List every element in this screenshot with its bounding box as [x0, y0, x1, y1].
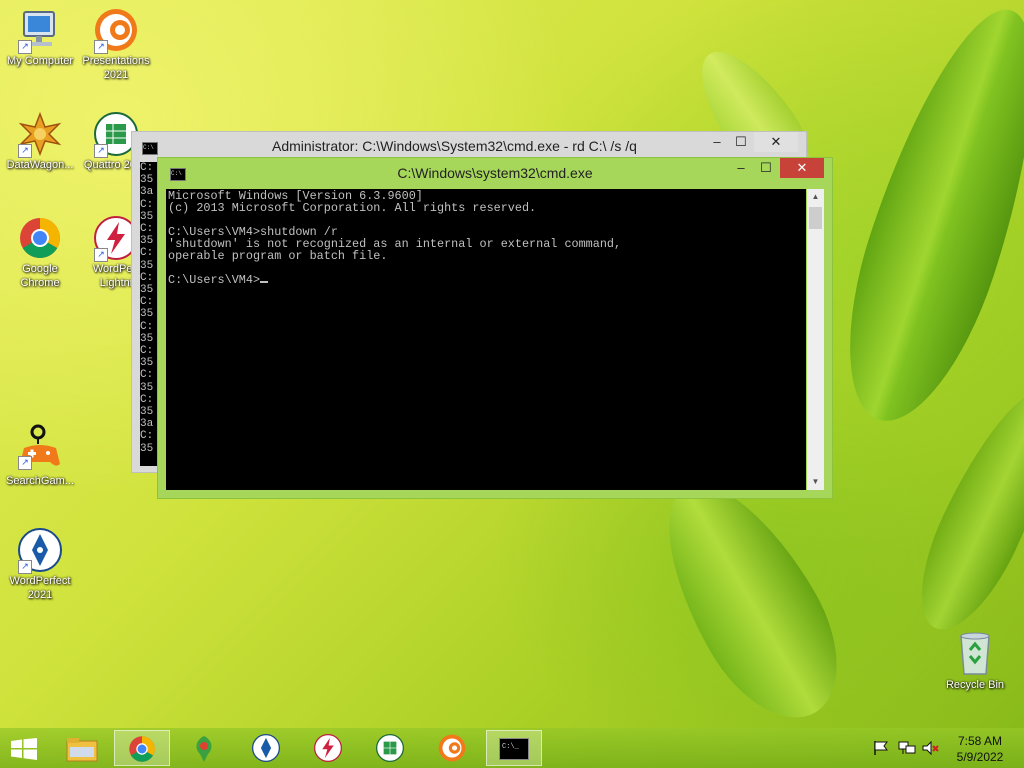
- window-titlebar[interactable]: C:\ Administrator: C:\Windows\System32\c…: [132, 132, 806, 158]
- flag-icon[interactable]: [872, 740, 890, 756]
- svg-text:C:\_: C:\_: [502, 743, 520, 751]
- lightning-icon: [314, 734, 342, 762]
- desktop-icon-label: Presentations 2021: [82, 55, 150, 81]
- text-cursor: [260, 281, 269, 283]
- desktop-icon-label: DataWagon...: [6, 159, 74, 171]
- wallpaper-leaf: [898, 375, 1024, 645]
- desktop-icon-presentations[interactable]: ↗ Presentations 2021: [76, 8, 156, 82]
- scroll-down-icon[interactable]: ▼: [807, 474, 824, 490]
- wallpaper-leaf: [633, 457, 867, 743]
- desktop-icon-label: WordPerfect 2021: [9, 575, 71, 601]
- minimize-button[interactable]: –: [704, 132, 730, 152]
- datawagon-icon: ↗: [18, 111, 62, 158]
- volume-muted-icon[interactable]: [922, 740, 940, 756]
- computer-icon: ↗: [18, 8, 62, 54]
- shortcut-arrow-icon: ↗: [18, 456, 32, 470]
- recycle-bin-icon: [953, 630, 997, 675]
- shortcut-arrow-icon: ↗: [94, 144, 108, 158]
- window-title: Administrator: C:\Windows\System32\cmd.e…: [272, 138, 637, 154]
- desktop-icon-searchgames[interactable]: ↗ SearchGam...: [0, 424, 80, 488]
- cmd-window[interactable]: C:\ C:\Windows\system32\cmd.exe – ☐ ✕ Mi…: [157, 157, 833, 499]
- desktop-icon-google-chrome[interactable]: Google Chrome: [0, 216, 80, 290]
- wallpaper-leaf: [816, 0, 1024, 440]
- start-button[interactable]: [0, 730, 48, 766]
- taskbar-quattro[interactable]: [362, 730, 418, 766]
- vertical-scrollbar[interactable]: ▲ ▼: [807, 189, 824, 490]
- maximize-button[interactable]: ☐: [754, 158, 778, 178]
- desktop-icon-my-computer[interactable]: ↗ My Computer: [0, 8, 80, 68]
- minimize-button[interactable]: –: [728, 158, 754, 178]
- taskbar-datawagon[interactable]: [176, 730, 232, 766]
- presentations-icon: [438, 734, 466, 762]
- clock-time: 7:58 AM: [957, 734, 1003, 748]
- window-titlebar[interactable]: C:\ C:\Windows\system32\cmd.exe – ☐ ✕: [158, 158, 832, 188]
- close-button[interactable]: ✕: [780, 158, 824, 178]
- scrollbar-thumb[interactable]: [809, 207, 822, 229]
- taskbar-chrome[interactable]: [114, 730, 170, 766]
- desktop-icon-label: Google Chrome: [20, 263, 60, 289]
- desktop-icon-recycle-bin[interactable]: Recycle Bin: [935, 630, 1015, 692]
- taskbar-wordperfect[interactable]: [238, 730, 294, 766]
- console-output[interactable]: Microsoft Windows [Version 6.3.9600] (c)…: [166, 189, 806, 490]
- console-text: Microsoft Windows [Version 6.3.9600] (c)…: [168, 189, 622, 287]
- cmd-icon: C:\_: [499, 738, 529, 760]
- start-icon: [11, 738, 37, 760]
- shortcut-arrow-icon: ↗: [18, 144, 32, 158]
- chrome-icon: [18, 216, 62, 260]
- shortcut-arrow-icon: ↗: [18, 40, 32, 54]
- taskbar-presentations[interactable]: [424, 730, 480, 766]
- cmd-icon: C:\: [142, 142, 158, 155]
- clock-date: 5/9/2022: [956, 750, 1004, 764]
- desktop-icon-datawagon[interactable]: ↗ DataWagon...: [0, 111, 80, 172]
- desktop-icon-label: SearchGam...: [6, 475, 74, 487]
- desktop-icon-label: Recycle Bin: [945, 679, 1005, 691]
- quattro-icon: [376, 734, 404, 762]
- maximize-button[interactable]: ☐: [730, 132, 752, 152]
- wordperfect-icon: ↗: [18, 528, 62, 574]
- taskbar-cmd[interactable]: C:\_: [486, 730, 542, 766]
- network-icon[interactable]: [898, 740, 916, 756]
- wordperfect-icon: [252, 734, 280, 762]
- chrome-icon: [129, 736, 155, 762]
- close-button[interactable]: ✕: [754, 132, 798, 152]
- datawagon-icon: [196, 736, 212, 762]
- file-explorer-icon: [66, 738, 98, 762]
- shortcut-arrow-icon: ↗: [94, 248, 108, 262]
- taskbar-lightning[interactable]: [300, 730, 356, 766]
- shortcut-arrow-icon: ↗: [94, 40, 108, 54]
- presentations-icon: ↗: [94, 8, 138, 54]
- scroll-up-icon[interactable]: ▲: [807, 189, 824, 205]
- shortcut-arrow-icon: ↗: [18, 560, 32, 574]
- taskbar: C:\_ 7:58 AM 5/9/2022: [0, 728, 1024, 768]
- gamepad-icon: ↗: [18, 424, 62, 470]
- taskbar-file-explorer[interactable]: [54, 730, 110, 766]
- system-clock[interactable]: 7:58 AM 5/9/2022: [950, 733, 1010, 765]
- desktop-icon-wordperfect[interactable]: ↗ WordPerfect 2021: [0, 528, 80, 602]
- desktop-icon-label: My Computer: [6, 55, 74, 67]
